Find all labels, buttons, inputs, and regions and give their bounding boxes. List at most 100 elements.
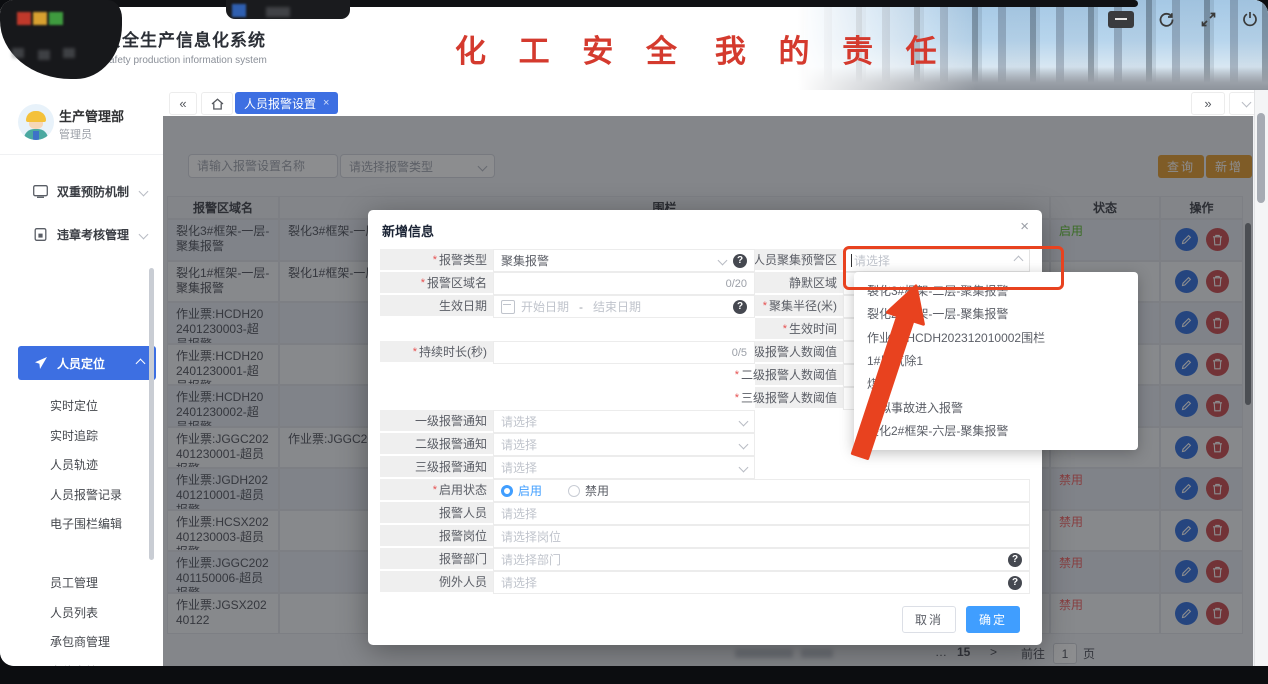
window-controls	[1108, 9, 1260, 29]
user-card[interactable]: 生产管理部 管理员	[0, 98, 163, 150]
gather-zone-placeholder: 请选择	[854, 252, 1015, 269]
radio-disable[interactable]: 禁用	[568, 482, 609, 499]
radio-off-icon	[568, 485, 580, 497]
chevron-down-icon	[739, 463, 749, 473]
sidebar-submenu-item[interactable]: 定位卡管理	[0, 657, 163, 667]
sidebar-submenu-item[interactable]: 人员报警设置	[0, 539, 163, 569]
dropdown-option[interactable]: 模拟事故进入报警	[854, 395, 1138, 418]
header: 安全生产信息化系统 safety production information …	[0, 0, 1268, 90]
redacted-dot	[63, 48, 75, 58]
dropdown-option[interactable]: 裂化3#框架-二层-聚集报警	[854, 279, 1138, 302]
page-scrollbar-track[interactable]	[1254, 90, 1268, 666]
area-name-field[interactable]: 0/20	[493, 272, 755, 295]
notify-l3-select[interactable]: 请选择	[493, 456, 755, 479]
refresh-icon[interactable]	[1156, 9, 1176, 29]
dropdown-option[interactable]: 1#尾气除1	[854, 349, 1138, 372]
collapse-sidebar-button[interactable]: «	[169, 92, 197, 115]
app-subtitle: safety production information system	[104, 55, 267, 66]
label-notify-l1: 一级报警通知	[380, 410, 493, 433]
app-title: 安全生产信息化系统	[104, 26, 267, 51]
label-threshold-l1: 一级报警人数阈值	[755, 341, 843, 364]
sidebar-submenu-item[interactable]: 电子围栏编辑	[0, 509, 163, 539]
alarm-person-field[interactable]: 请选择	[493, 502, 1030, 525]
cancel-button[interactable]: 取消	[902, 606, 956, 633]
tab-personnel-alarm-settings[interactable]: 人员报警设置 ×	[235, 92, 338, 114]
dropdown-option[interactable]: 裂化2#框架-一层-聚集报警	[854, 302, 1138, 325]
sidebar-item-personnel-positioning[interactable]: 人员定位	[18, 346, 156, 380]
expand-tabs-button[interactable]: »	[1191, 92, 1225, 115]
dropdown-option[interactable]: 作业票:HCDH202312010002围栏	[854, 326, 1138, 349]
page-scrollbar-thumb[interactable]	[1257, 113, 1265, 203]
except-person-field[interactable]: 请选择?	[493, 571, 1030, 594]
collapse-icon: «	[179, 96, 186, 111]
power-icon[interactable]	[1240, 9, 1260, 29]
chevron-up-icon	[136, 358, 146, 368]
chevron-up-icon	[1014, 256, 1024, 266]
sidebar-submenu: 实时定位 实时追踪 人员轨迹 人员报警记录 电子围栏编辑 人员报警设置 员工管理…	[0, 391, 163, 666]
sidebar-submenu-item[interactable]: 实时定位	[0, 391, 163, 421]
label-threshold-l3: 三级报警人数阈值	[755, 387, 843, 410]
dropdown-option[interactable]: 裂化2#框架-六层-聚集报警	[854, 419, 1138, 442]
calendar-icon	[501, 300, 515, 314]
date-separator: -	[579, 300, 583, 314]
redacted-square-red	[17, 12, 31, 25]
help-icon[interactable]: ?	[1008, 553, 1022, 567]
text-caret	[851, 254, 852, 267]
modal-close-icon[interactable]: ×	[1020, 218, 1029, 235]
char-counter: 0/20	[726, 278, 747, 290]
label-except-person: 例外人员	[380, 571, 493, 594]
avatar	[18, 104, 54, 140]
radio-enable[interactable]: 启用	[501, 482, 542, 499]
alarm-type-field[interactable]: 聚集报警 ?	[493, 249, 755, 272]
redacted-dot	[266, 7, 290, 17]
home-tab-button[interactable]	[201, 92, 233, 115]
sidebar-submenu-item[interactable]: 员工管理	[0, 568, 163, 598]
notify-l2-select[interactable]: 请选择	[493, 433, 755, 456]
label-alarm-person: 报警人员	[380, 502, 493, 525]
redacted-square-green	[49, 12, 63, 25]
sidebar: 生产管理部 管理员 双重预防机制 违章考核管理 人员定位 实时定位 实时追踪	[0, 90, 163, 666]
sidebar-item-violation-assessment[interactable]: 违章考核管理	[0, 215, 163, 253]
close-tab-icon[interactable]: ×	[323, 97, 329, 109]
alarm-dept-field[interactable]: 请选择部门?	[493, 548, 1030, 571]
chevron-down-icon	[739, 440, 749, 450]
sidebar-submenu-item[interactable]: 实时追踪	[0, 421, 163, 451]
dropdown-option[interactable]: 煤库	[854, 372, 1138, 395]
sidebar-scrollbar[interactable]	[149, 268, 154, 560]
chevron-down-icon	[739, 417, 749, 427]
sidebar-submenu-item[interactable]: 承包商管理	[0, 627, 163, 657]
sidebar-submenu-item[interactable]: 人员报警记录	[0, 480, 163, 510]
help-icon[interactable]: ?	[733, 254, 747, 268]
fullscreen-icon[interactable]	[1198, 9, 1218, 29]
label-alarm-type: 报警类型	[380, 249, 493, 272]
help-icon[interactable]: ?	[733, 300, 747, 314]
help-icon[interactable]: ?	[1008, 576, 1022, 590]
capture-icon[interactable]	[1108, 11, 1134, 28]
alarm-post-field[interactable]: 请选择岗位	[493, 525, 1030, 548]
label-enabled: 启用状态	[380, 479, 493, 502]
modal-form-full-rows: 启用状态 启用 禁用 报警人员 请选择 报警岗位 请选择岗位 报警部门 请选择部…	[380, 479, 1030, 594]
sidebar-item-label: 违章考核管理	[57, 226, 129, 243]
label-alarm-post: 报警岗位	[380, 525, 493, 548]
navigation-icon	[34, 356, 48, 370]
window-top-strip	[0, 0, 1138, 7]
redacted-dot	[12, 48, 24, 58]
confirm-button[interactable]: 确定	[966, 606, 1020, 633]
date-start-placeholder: 开始日期	[521, 298, 569, 315]
alarm-type-value: 聚集报警	[501, 252, 719, 269]
label-notify-l3: 三级报警通知	[380, 456, 493, 479]
sidebar-submenu-item[interactable]: 人员轨迹	[0, 450, 163, 480]
sidebar-item-dual-prevention[interactable]: 双重预防机制	[0, 172, 163, 210]
valid-date-field[interactable]: 开始日期 - 结束日期 ?	[493, 295, 755, 318]
id-card-icon	[33, 228, 48, 241]
user-name: 生产管理部	[59, 106, 124, 125]
chevron-down-icon	[718, 256, 728, 266]
tab-label: 人员报警设置	[244, 95, 316, 112]
label-silent-zone: 静默区域	[755, 272, 843, 295]
redacted-square-blue	[232, 4, 246, 17]
monitor-icon	[33, 185, 48, 198]
sidebar-submenu-item[interactable]: 人员列表	[0, 598, 163, 628]
duration-field[interactable]: 0/5	[493, 341, 755, 364]
notify-l1-select[interactable]: 请选择	[493, 410, 755, 433]
gather-zone-select[interactable]: 请选择	[843, 249, 1030, 272]
